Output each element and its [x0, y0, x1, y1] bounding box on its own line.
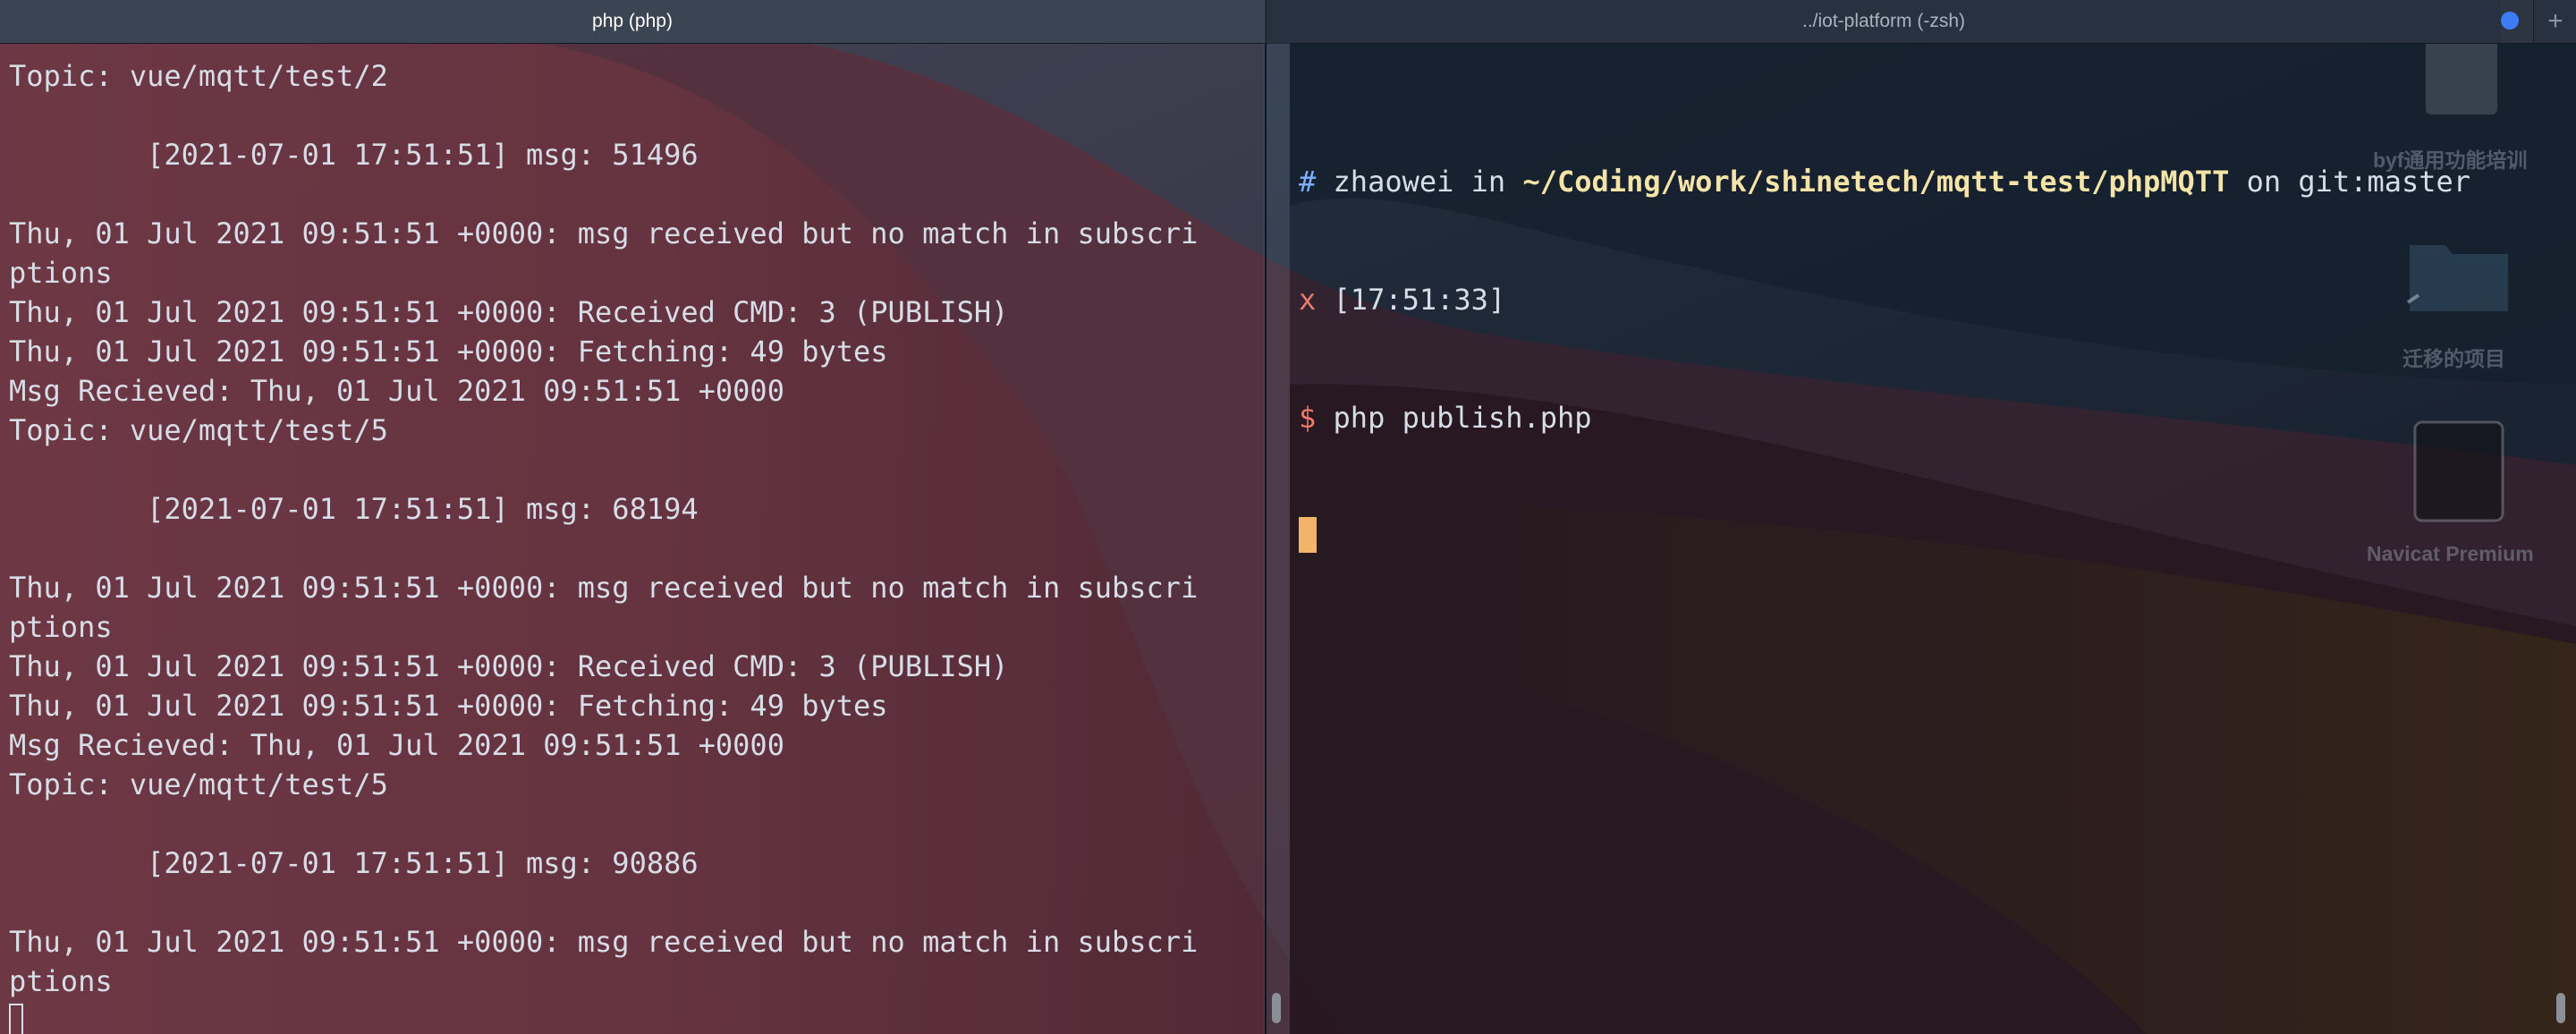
pane-divider[interactable]: [1263, 43, 1290, 1034]
tab-php[interactable]: php (php): [0, 0, 1265, 43]
command-line: $ php publish.php: [1299, 398, 2470, 437]
terminal-line: Thu, 01 Jul 2021 09:51:51 +0000: msg rec…: [9, 216, 1199, 250]
command-text: php publish.php: [1333, 401, 1592, 435]
terminal-line: Thu, 01 Jul 2021 09:51:51 +0000: Receive…: [9, 649, 1009, 683]
prompt-hash: #: [1299, 165, 1317, 199]
activity-indicator-icon: [2501, 12, 2519, 30]
cursor-line: [1299, 516, 2470, 555]
terminal-cursor: [9, 1004, 23, 1034]
terminal-line: ptions: [9, 610, 113, 644]
terminal-line: Msg Recieved: Thu, 01 Jul 2021 09:51:51 …: [9, 728, 784, 762]
prompt-user: zhaowei: [1333, 165, 1454, 199]
prompt-line: # zhaowei in ~/Coding/work/shinetech/mqt…: [1299, 162, 2470, 201]
tab-label: php (php): [592, 11, 673, 31]
terminal-line: [2021-07-01 17:51:51] msg: 90886: [9, 846, 699, 880]
scrollbar-thumb-left[interactable]: [1272, 993, 1281, 1023]
new-tab-button[interactable]: +: [2533, 0, 2576, 43]
tab-iot-platform[interactable]: ../iot-platform (-zsh): [1266, 0, 2501, 43]
terminal-output: # zhaowei in ~/Coding/work/shinetech/mqt…: [1299, 83, 2470, 634]
terminal-line: Topic: vue/mqtt/test/2: [9, 59, 388, 93]
tab-label: ../iot-platform (-zsh): [1801, 11, 1966, 31]
terminal-line: ptions: [9, 964, 113, 998]
prompt-path: ~/Coding/work/shinetech/mqtt-test/phpMQT…: [1522, 165, 2230, 199]
terminal-line: Thu, 01 Jul 2021 09:51:51 +0000: msg rec…: [9, 571, 1199, 605]
prompt-status-line: x [17:51:33]: [1299, 280, 2470, 319]
prompt-dollar: $: [1299, 401, 1317, 435]
terminal-line: Thu, 01 Jul 2021 09:51:51 +0000: Receive…: [9, 295, 1009, 329]
terminal-line: Thu, 01 Jul 2021 09:51:51 +0000: Fetchin…: [9, 689, 888, 723]
terminal-line: Thu, 01 Jul 2021 09:51:51 +0000: Fetchin…: [9, 335, 888, 369]
prompt-time: [17:51:33]: [1333, 283, 1506, 317]
prompt-status: x: [1299, 283, 1317, 317]
tab-bar: php (php) ../iot-platform (-zsh) +: [0, 0, 2576, 44]
prompt-git-branch: git:master: [2298, 165, 2471, 199]
terminal-pane-left[interactable]: Topic: vue/mqtt/test/2 [2021-07-01 17:51…: [0, 43, 1263, 1034]
terminal-output: Topic: vue/mqtt/test/2 [2021-07-01 17:51…: [9, 56, 1198, 1034]
terminal-cursor: [1299, 517, 1317, 553]
terminal-line: [2021-07-01 17:51:51] msg: 68194: [9, 492, 699, 526]
prompt-on: on: [2246, 165, 2282, 199]
plus-icon: +: [2547, 6, 2563, 36]
scrollbar-thumb-right[interactable]: [2556, 993, 2565, 1023]
terminal-line: Topic: vue/mqtt/test/5: [9, 413, 388, 447]
terminal-line: Topic: vue/mqtt/test/5: [9, 767, 388, 801]
prompt-in: in: [1470, 165, 1506, 199]
pane-divider-line: [1265, 43, 1267, 1034]
terminal-pane-right[interactable]: # zhaowei in ~/Coding/work/shinetech/mqt…: [1290, 43, 2576, 1034]
terminal-line: Thu, 01 Jul 2021 09:51:51 +0000: msg rec…: [9, 925, 1199, 959]
cursor-line: [9, 1001, 1198, 1034]
terminal-line: ptions: [9, 256, 113, 290]
terminal-line: [2021-07-01 17:51:51] msg: 51496: [9, 138, 699, 172]
terminal-line: Msg Recieved: Thu, 01 Jul 2021 09:51:51 …: [9, 374, 784, 408]
